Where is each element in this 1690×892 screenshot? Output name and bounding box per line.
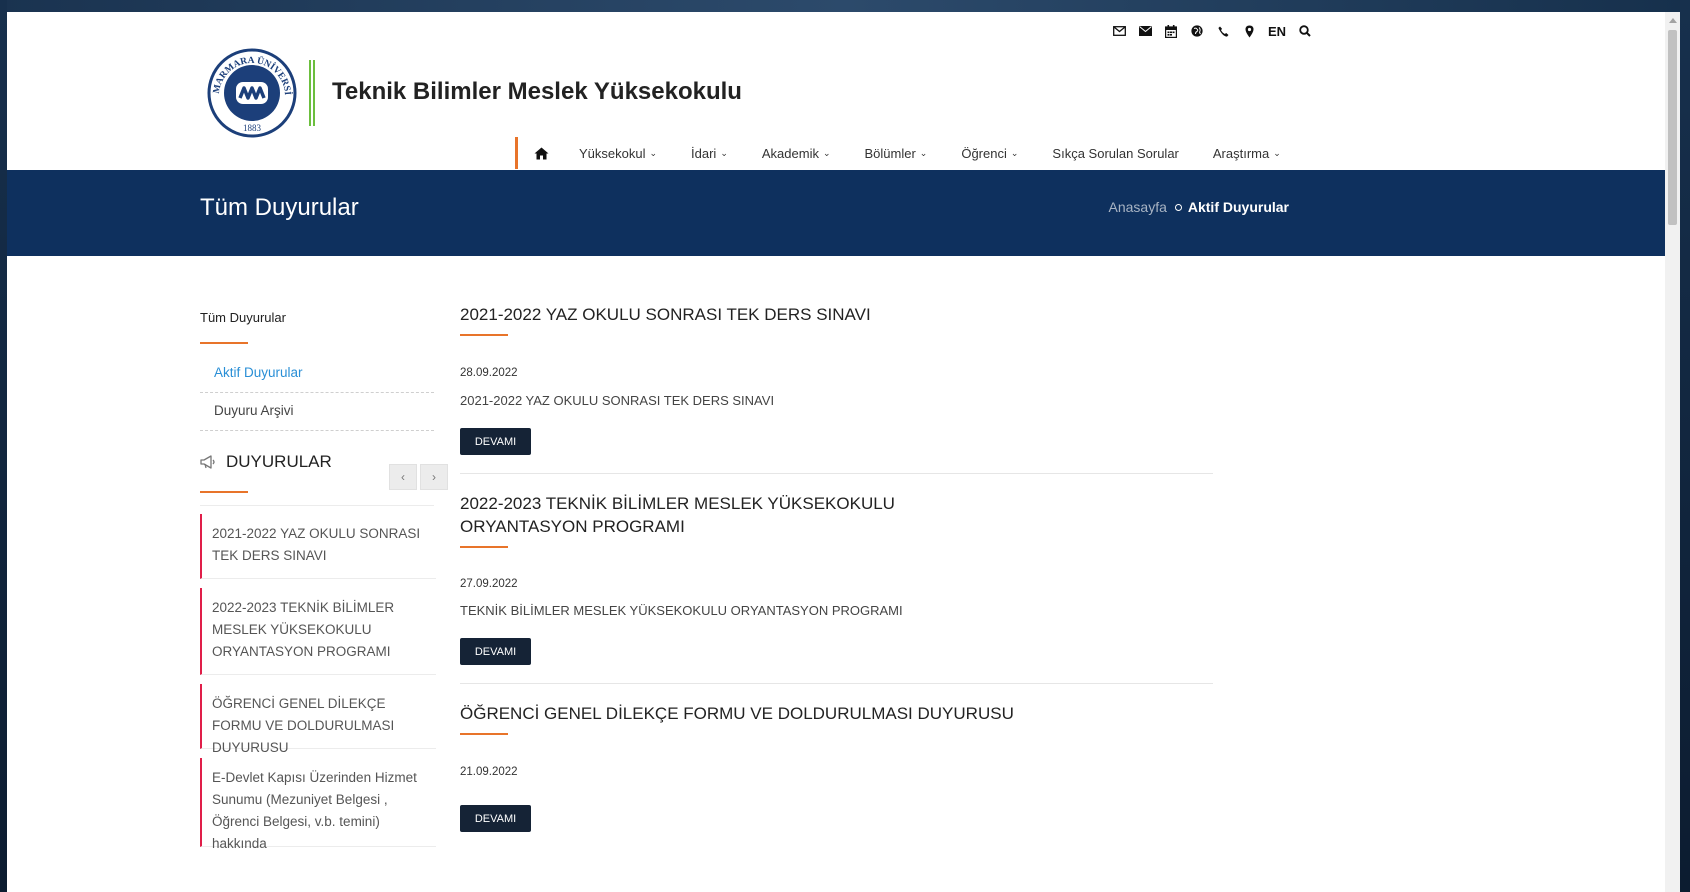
post-title[interactable]: 2021-2022 YAZ OKULU SONRASI TEK DERS SIN… xyxy=(460,303,880,326)
post-summary: 2021-2022 YAZ OKULU SONRASI TEK DERS SIN… xyxy=(460,393,775,408)
page-title: Tüm Duyurular xyxy=(200,194,359,221)
desktop-background-top xyxy=(0,0,1690,12)
announcement-card[interactable]: 2022-2023 TEKNİK BİLİMLER MESLEK YÜKSEKO… xyxy=(200,588,436,675)
sidebar-link-label: Aktif Duyurular xyxy=(214,365,303,380)
mail-outline-icon[interactable] xyxy=(1112,24,1126,38)
carousel-next-button[interactable]: › xyxy=(420,464,448,490)
university-logo[interactable]: MARMARA ÜNİVERSİTESİ 1883 xyxy=(204,39,297,138)
sidebar-heading[interactable]: Tüm Duyurular xyxy=(200,310,286,325)
nav-item-arastirma[interactable]: Araştırma ⌄ xyxy=(1213,146,1281,161)
sidebar-link-label: Duyuru Arşivi xyxy=(214,403,294,418)
announcement-card[interactable]: E-Devlet Kapısı Üzerinden Hizmet Sunumu … xyxy=(200,758,436,851)
scroll-up-icon[interactable] xyxy=(1669,18,1677,23)
post-summary: TEKNİK BİLİMLER MESLEK YÜKSEKOKULU ORYAN… xyxy=(460,603,903,618)
brand-divider xyxy=(309,60,317,126)
announcements-heading-label: DUYURULAR xyxy=(226,452,332,471)
desktop-background-right xyxy=(1680,0,1690,892)
desktop-background-left xyxy=(0,0,7,892)
read-more-button[interactable]: DEVAMI xyxy=(460,428,531,455)
post-title[interactable]: ÖĞRENCİ GENEL DİLEKÇE FORMU VE DOLDURULM… xyxy=(460,702,1080,725)
search-icon[interactable] xyxy=(1298,24,1312,38)
nav-item-bolumler[interactable]: Bölümler ⌄ xyxy=(865,146,928,161)
logo-year: 1883 xyxy=(243,123,262,133)
post-title-underline xyxy=(460,546,508,548)
read-more-button[interactable]: DEVAMI xyxy=(460,805,531,832)
nav-item-label: Sıkça Sorulan Sorular xyxy=(1052,145,1179,161)
announcement-card[interactable]: ÖĞRENCİ GENEL DİLEKÇE FORMU VE DOLDURULM… xyxy=(200,684,436,755)
nav-item-akademik[interactable]: Akademik ⌄ xyxy=(762,146,831,161)
chevron-down-icon: ⌄ xyxy=(720,147,728,158)
sidebar-heading-underline xyxy=(200,342,248,344)
nav-item-label: Araştırma xyxy=(1212,145,1270,161)
main-nav: Yüksekokul ⌄ İdari ⌄ Akademik ⌄ Bölümler ⌄ Ö… xyxy=(515,136,1281,170)
nav-item-label: İdari xyxy=(691,145,717,161)
announcements-heading: DUYURULAR xyxy=(200,452,332,472)
announcement-card-text: 2022-2023 TEKNİK BİLİMLER MESLEK YÜKSEKO… xyxy=(212,600,395,659)
globe-icon[interactable] xyxy=(1190,24,1204,38)
map-marker-icon[interactable] xyxy=(1242,24,1256,38)
calendar-icon[interactable] xyxy=(1164,24,1178,38)
page-scrollbar[interactable] xyxy=(1665,12,1680,892)
nav-item-label: Bölümler xyxy=(864,145,916,161)
post-title-underline xyxy=(460,733,508,735)
chevron-down-icon: ⌄ xyxy=(1273,147,1281,158)
megaphone-icon xyxy=(200,455,215,469)
post-date: 21.09.2022 xyxy=(460,766,518,778)
home-icon[interactable] xyxy=(534,147,549,160)
nav-item-yuksekokul[interactable]: Yüksekokul ⌄ xyxy=(579,146,657,161)
mail-solid-icon[interactable] xyxy=(1138,24,1152,38)
announcement-card-text: 2021-2022 YAZ OKULU SONRASI TEK DERS SIN… xyxy=(212,526,421,563)
announcement-card-text: E-Devlet Kapısı Üzerinden Hizmet Sunumu … xyxy=(212,770,417,851)
page-title-band: Tüm Duyurular Anasayfa Aktif Duyurular xyxy=(7,170,1665,256)
breadcrumb: Anasayfa Aktif Duyurular xyxy=(1109,199,1290,215)
top-icon-bar: EN xyxy=(1112,21,1312,41)
sidebar-link-aktif-duyurular[interactable]: Aktif Duyurular xyxy=(200,355,434,393)
post-title[interactable]: 2022-2023 TEKNİK BİLİMLER MESLEK YÜKSEKO… xyxy=(460,492,900,538)
breadcrumb-separator xyxy=(1174,204,1182,211)
chevron-down-icon: ⌄ xyxy=(919,147,928,158)
nav-item-label: Yüksekokul xyxy=(579,145,646,161)
chevron-down-icon: ⌄ xyxy=(649,147,658,158)
nav-item-label: Öğrenci xyxy=(961,145,1007,161)
nav-item-ogrenci[interactable]: Öğrenci ⌄ xyxy=(961,146,1018,161)
nav-accent-bar xyxy=(515,137,518,169)
nav-item-idari[interactable]: İdari ⌄ xyxy=(691,146,728,161)
language-switch-en[interactable]: EN xyxy=(1268,24,1286,39)
announcements-heading-underline xyxy=(200,491,248,493)
scrollbar-thumb[interactable] xyxy=(1668,30,1677,225)
phone-icon[interactable] xyxy=(1216,24,1230,38)
chevron-down-icon: ⌄ xyxy=(1010,147,1019,158)
read-more-button[interactable]: DEVAMI xyxy=(460,638,531,665)
announcement-card-text: ÖĞRENCİ GENEL DİLEKÇE FORMU VE DOLDURULM… xyxy=(212,696,395,755)
site-title[interactable]: Teknik Bilimler Meslek Yüksekokulu xyxy=(332,78,742,106)
web-page: EN MARMARA ÜNİVERSİTESİ 1883 Teknik Bili… xyxy=(7,12,1665,892)
post-date: 27.09.2022 xyxy=(460,578,518,590)
post-divider xyxy=(460,473,1213,474)
carousel-prev-button[interactable]: ‹ xyxy=(389,464,417,490)
post-date: 28.09.2022 xyxy=(460,367,518,379)
card-list-top-border xyxy=(200,505,434,506)
announcement-card[interactable]: 2021-2022 YAZ OKULU SONRASI TEK DERS SIN… xyxy=(200,514,436,579)
sidebar-link-duyuru-arsivi[interactable]: Duyuru Arşivi xyxy=(200,393,434,431)
nav-item-label: Akademik xyxy=(761,145,819,161)
chevron-down-icon: ⌄ xyxy=(822,147,831,158)
breadcrumb-current: Aktif Duyurular xyxy=(1187,199,1289,215)
nav-item-sss[interactable]: Sıkça Sorulan Sorular xyxy=(1052,146,1178,161)
post-title-underline xyxy=(460,334,508,336)
post-divider xyxy=(460,683,1213,684)
breadcrumb-home[interactable]: Anasayfa xyxy=(1109,199,1167,215)
